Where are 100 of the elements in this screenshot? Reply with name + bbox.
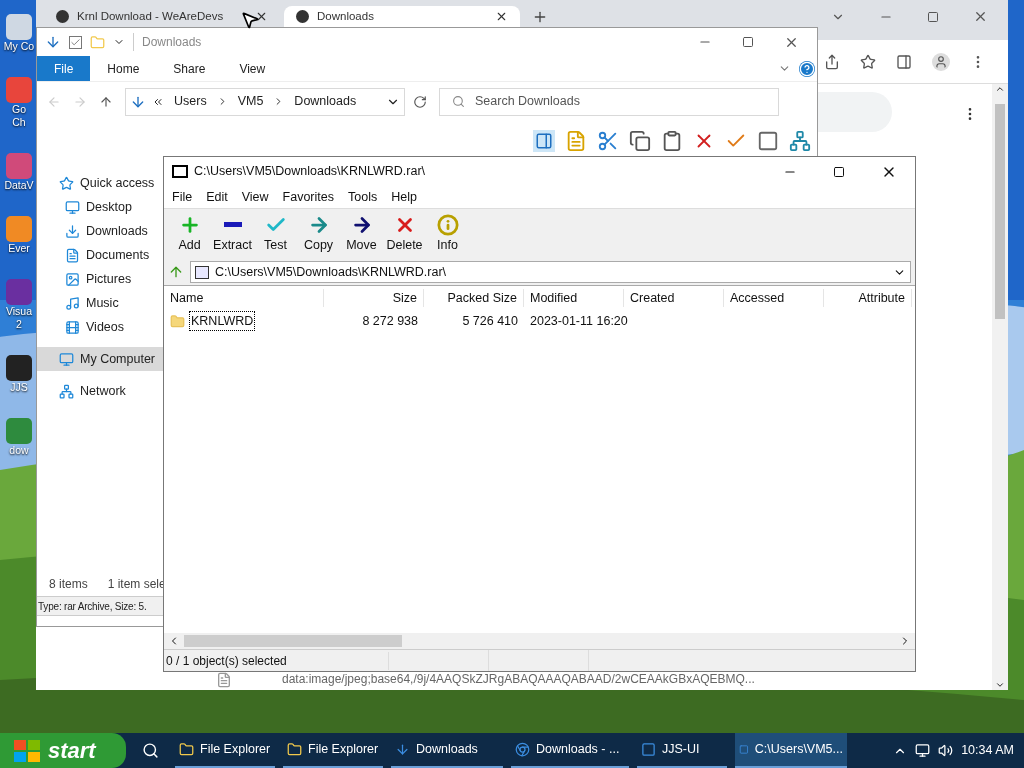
bookmark-star-icon[interactable] — [860, 53, 876, 70]
nav-item[interactable]: Network — [37, 379, 164, 403]
nav-icon — [65, 247, 80, 263]
toolbar-button[interactable]: Test — [254, 213, 297, 255]
taskbar-item[interactable]: JJS-UI — [637, 733, 727, 768]
clipboard-icon[interactable] — [661, 130, 683, 152]
taskbar-item[interactable]: Downloads — [391, 733, 503, 768]
address-bar[interactable]: Users VM5 Downloads — [125, 87, 405, 116]
download-arrow-icon — [395, 742, 410, 757]
tab-title: Downloads — [317, 8, 374, 24]
nav-item[interactable]: Quick access — [37, 171, 164, 195]
nav-item[interactable]: My Computer — [37, 347, 164, 371]
horizontal-scrollbar[interactable] — [164, 633, 915, 649]
nav-item[interactable]: Videos — [37, 315, 164, 339]
desktop-icon-label: dow — [9, 444, 29, 457]
toolbar-button[interactable]: Delete — [383, 213, 426, 255]
taskbar-item[interactable]: C:\Users\VM5... — [735, 733, 847, 768]
app-icon — [641, 742, 656, 757]
ribbon-tab[interactable]: File — [37, 56, 91, 81]
maximize-icon[interactable] — [742, 36, 754, 48]
copy-icon[interactable] — [629, 130, 651, 152]
minus-icon — [223, 222, 242, 228]
profile-icon[interactable] — [932, 52, 950, 71]
checkbox-icon[interactable] — [69, 35, 82, 49]
desktop-icon-label: Go Ch — [12, 103, 26, 129]
breadcrumb-item[interactable]: VM5 — [233, 92, 268, 111]
folder-icon — [287, 742, 302, 757]
nav-item[interactable]: Music — [37, 291, 164, 315]
scrollbar-thumb[interactable] — [995, 104, 1005, 319]
search-field[interactable]: Search Downloads — [439, 87, 779, 116]
close-tab-icon[interactable] — [495, 10, 508, 23]
column-header[interactable]: Name — [164, 288, 324, 308]
up-icon[interactable] — [99, 94, 113, 109]
browser-icon — [515, 742, 530, 757]
menu-item[interactable]: View — [241, 187, 269, 207]
desktop-app-icon[interactable] — [6, 14, 32, 40]
new-tab-icon[interactable] — [532, 9, 548, 25]
info-icon — [436, 213, 459, 236]
desktop-icon-label: DataV — [4, 179, 34, 192]
window-title: C:\Users\VM5\Downloads\KRNLWRD.rar\ — [194, 163, 426, 181]
search-icon[interactable] — [142, 742, 159, 759]
column-header[interactable]: Modified — [524, 288, 624, 308]
volume-icon[interactable] — [938, 743, 954, 758]
toolbar-button[interactable]: Copy — [297, 213, 340, 255]
nav-item[interactable]: Desktop — [37, 195, 164, 219]
path-field[interactable]: C:\Users\VM5\Downloads\KRNLWRD.rar\ — [190, 261, 911, 283]
column-header[interactable]: Packed Size — [424, 288, 524, 308]
desktop-app-icon[interactable] — [6, 355, 32, 381]
scroll-down-icon[interactable] — [995, 680, 1005, 690]
column-header[interactable]: Attribute — [824, 288, 912, 308]
up-folder-icon[interactable] — [168, 264, 184, 280]
nav-icon — [65, 271, 80, 287]
status-text: 0 / 1 object(s) selected — [164, 651, 389, 670]
file-name[interactable]: KRNLWRD — [189, 310, 256, 332]
toolbar-button[interactable]: Move — [340, 213, 383, 255]
scroll-up-icon[interactable] — [995, 84, 1005, 94]
toolbar-button[interactable]: Info — [426, 213, 469, 255]
nav-item[interactable]: Documents — [37, 243, 164, 267]
column-header[interactable]: Size — [324, 288, 424, 308]
scissors-icon[interactable] — [597, 130, 619, 152]
side-panel-icon[interactable] — [896, 53, 912, 70]
scrollbar-thumb[interactable] — [184, 635, 402, 647]
toolbar-button[interactable]: Add — [168, 213, 211, 255]
toolbar-button[interactable]: Extract — [211, 213, 254, 255]
column-header[interactable]: Accessed — [724, 288, 824, 308]
menu-item[interactable]: Favorites — [282, 187, 334, 207]
menu-item[interactable]: Edit — [206, 187, 228, 207]
desktop-icon-label: Ever — [8, 242, 30, 255]
preview-pane-icon[interactable] — [533, 130, 555, 152]
ribbon-tab[interactable]: Home — [90, 56, 157, 81]
taskbar-item[interactable]: Downloads - ... — [511, 733, 629, 768]
page-text: data:image/jpeg;base64,/9j/4AAQSkZJRgABAQAAAQABAAD/2wCEAAkGBxAQEBMQ... — [282, 671, 755, 688]
nav-item[interactable]: Pictures — [37, 267, 164, 291]
share-icon[interactable] — [824, 53, 840, 70]
menu-item[interactable]: Help — [391, 187, 417, 207]
nav-item[interactable]: Downloads — [37, 219, 164, 243]
maximize-icon[interactable] — [833, 165, 845, 178]
table-cell-text: 2023-01-11 16:20 — [530, 312, 628, 330]
ribbon-tab[interactable]: Share — [156, 56, 223, 81]
tab-favicon-icon — [56, 10, 69, 23]
scrollbar[interactable] — [992, 84, 1008, 690]
browser-tab[interactable]: Downloads — [284, 6, 520, 27]
breadcrumb-item[interactable]: Users — [170, 92, 211, 111]
column-header[interactable]: Created — [624, 288, 724, 308]
breadcrumb-item[interactable]: Downloads — [290, 92, 361, 111]
start-button[interactable]: start — [0, 733, 126, 768]
help-icon[interactable] — [799, 60, 815, 77]
desktop-icon-label: My Co — [3, 40, 35, 53]
download-arrow-icon[interactable] — [45, 34, 61, 50]
taskbar-item[interactable]: File Explorer — [175, 733, 275, 768]
table-cell-text: 8 272 938 — [362, 312, 418, 330]
menu-item[interactable]: File — [172, 187, 193, 207]
network-icon[interactable] — [915, 743, 931, 758]
app-logo-icon — [172, 165, 188, 178]
taskbar-item[interactable]: File Explorer — [283, 733, 383, 768]
refresh-icon[interactable] — [413, 94, 427, 109]
ribbon-tab[interactable]: View — [222, 56, 283, 81]
menu-item[interactable]: Tools — [348, 187, 378, 207]
nav-icon — [59, 351, 74, 367]
clock[interactable]: 10:34 AM — [961, 741, 1014, 760]
